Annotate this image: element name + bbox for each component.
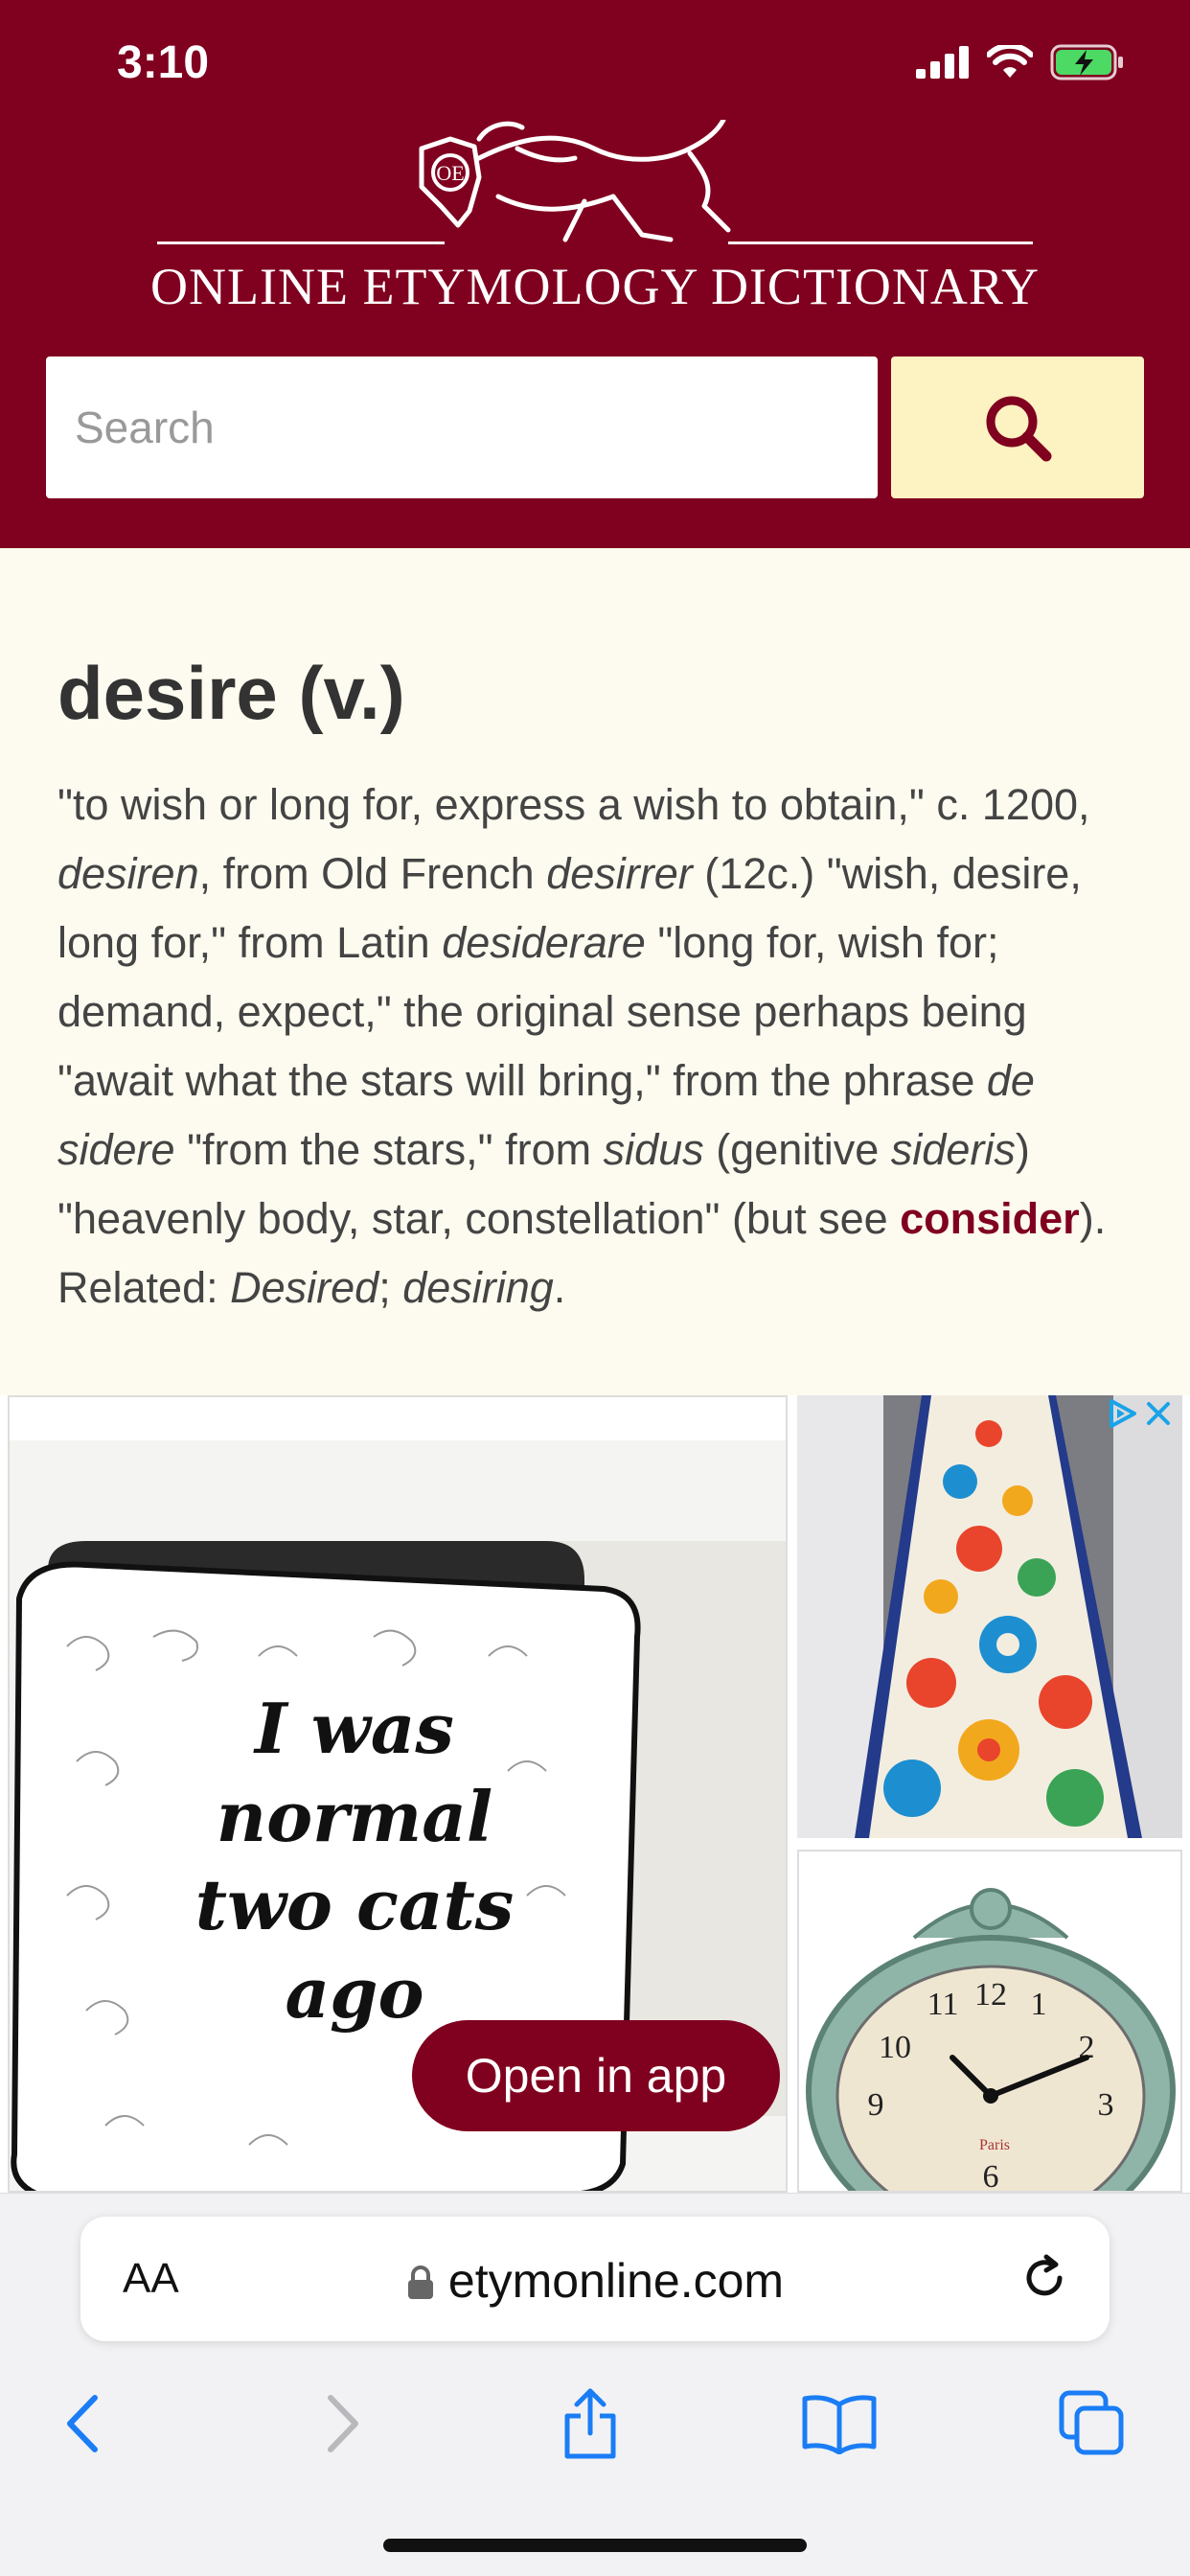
logo-rule-right: [728, 242, 1033, 244]
wifi-icon: [987, 45, 1033, 78]
url-display[interactable]: etymonline.com: [80, 2253, 1110, 2309]
entry-text: "to wish or long for, express a wish to …: [57, 780, 1090, 829]
entry-italic: desiren: [57, 849, 199, 898]
clock-paris-label: Paris: [979, 2137, 1010, 2153]
entry-italic: Desired: [230, 1263, 379, 1312]
chevron-left-icon: [67, 2395, 98, 2452]
svg-text:11: 11: [927, 1987, 959, 2022]
site-header: 3:10 OE ONLINE ETYMOLOGY DICTIONARY Sear…: [0, 0, 1190, 548]
entry-text: "from the stars," from: [174, 1125, 604, 1174]
browser-toolbar: AA etymonline.com: [0, 2193, 1190, 2576]
ad-pillow-image[interactable]: I was normal two cats ago Open in app: [8, 1395, 788, 2193]
svg-text:9: 9: [868, 2087, 884, 2123]
entry-text: ;: [378, 1263, 403, 1312]
adchoices-icon[interactable]: [1106, 1397, 1138, 1430]
entry-title: desire (v.): [57, 651, 405, 735]
lion-emblem-icon: OE: [419, 120, 731, 242]
share-button[interactable]: [542, 2376, 638, 2472]
entry-definition: "to wish or long for, express a wish to …: [57, 770, 1140, 1322]
entry-italic: desiderare: [442, 918, 646, 967]
back-button[interactable]: [36, 2376, 132, 2472]
battery-charging-icon: [1050, 44, 1123, 80]
pillow-text: I was normal two cats ago: [153, 1685, 556, 2037]
consider-link[interactable]: consider: [900, 1194, 1080, 1243]
url-text: etymonline.com: [447, 2254, 785, 2308]
share-icon: [564, 2388, 616, 2459]
svg-text:1: 1: [1031, 1987, 1047, 2022]
rug-image: [797, 1395, 1182, 1838]
tabs-icon: [1059, 2390, 1124, 2455]
entry-italic: desirrer: [546, 849, 693, 898]
search-button[interactable]: [891, 356, 1144, 498]
search-icon: [986, 396, 1052, 462]
entry-content: desire (v.) "to wish or long for, expres…: [0, 548, 1190, 1397]
ad-rug-image[interactable]: [797, 1395, 1182, 1838]
status-time: 3:10: [117, 37, 210, 88]
entry-italic: sideris: [890, 1125, 1016, 1174]
ad-clock-image[interactable]: 12 1 2 11 10 9 3 6 Paris: [797, 1850, 1182, 2193]
svg-text:3: 3: [1098, 2087, 1114, 2123]
pillow-line: normal: [216, 1776, 493, 1857]
pillow-line: two cats: [195, 1864, 515, 1945]
ad-choices[interactable]: [1106, 1397, 1173, 1430]
chevron-right-icon: [328, 2395, 358, 2452]
svg-text:12: 12: [974, 1977, 1007, 2012]
entry-italic: desiring: [402, 1263, 554, 1312]
lock-icon: [407, 2266, 433, 2299]
status-icons: [916, 44, 1125, 80]
entry-italic: sidus: [603, 1125, 704, 1174]
open-in-app-button[interactable]: Open in app: [412, 2020, 780, 2131]
entry-text: (genitive: [703, 1125, 891, 1174]
tabs-button[interactable]: [1044, 2376, 1140, 2472]
entry-text: .: [553, 1263, 566, 1312]
signal-icon: [916, 46, 969, 79]
svg-text:6: 6: [983, 2159, 999, 2193]
svg-text:10: 10: [879, 2030, 911, 2065]
reload-icon[interactable]: [1018, 2251, 1071, 2305]
forward-button[interactable]: [293, 2376, 389, 2472]
bookmarks-button[interactable]: [791, 2376, 887, 2472]
book-icon: [802, 2395, 877, 2454]
pillow-line: I was: [255, 1688, 454, 1769]
site-title[interactable]: ONLINE ETYMOLOGY DICTIONARY: [0, 257, 1190, 316]
ad-banner[interactable]: I was normal two cats ago Open in app 12…: [0, 1395, 1190, 2193]
entry-text: , from Old French: [198, 849, 547, 898]
close-ad-icon[interactable]: [1144, 1399, 1173, 1428]
home-indicator[interactable]: [383, 2539, 807, 2552]
address-bar[interactable]: AA etymonline.com: [80, 2217, 1110, 2341]
browser-nav-row: [0, 2376, 1190, 2491]
search-input[interactable]: Search: [46, 356, 878, 498]
status-bar: 3:10: [0, 0, 1190, 125]
logo-rule-left: [157, 242, 445, 244]
logo-monogram: OE: [436, 161, 464, 185]
